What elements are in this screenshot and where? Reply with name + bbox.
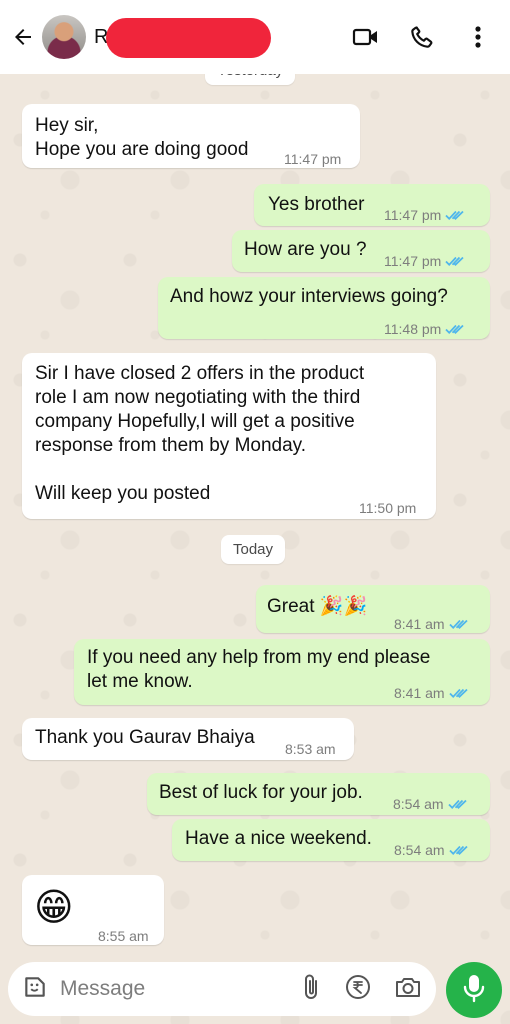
contact-avatar[interactable] — [42, 15, 86, 59]
message-text: Yes brother — [268, 194, 365, 215]
message-time: 8:55 am — [98, 928, 149, 944]
read-ticks-icon — [448, 687, 469, 699]
message-bubble-outgoing[interactable]: Best of luck for your job. 8:54 am — [147, 773, 490, 815]
message-composer — [8, 962, 436, 1016]
message-time: 11:47 pm — [284, 151, 342, 167]
message-text: Great 🎉🎉 — [267, 596, 368, 617]
message-text: And howz your interviews going? — [170, 286, 448, 307]
more-vert-icon[interactable] — [464, 23, 492, 51]
message-text: Sir I have closed 2 offers in the produc… — [35, 363, 365, 504]
back-arrow-icon[interactable] — [10, 24, 36, 50]
read-ticks-icon — [448, 618, 469, 630]
message-emoji: 😁 — [34, 887, 74, 929]
message-time: 8:41 am — [394, 616, 445, 632]
message-text: Hey sir, Hope you are doing good — [35, 115, 249, 160]
read-ticks-icon — [445, 255, 465, 267]
message-meta: 11:48 pm — [384, 317, 465, 341]
sticker-icon[interactable] — [22, 974, 48, 1005]
message-bubble-outgoing[interactable]: If you need any help from my end please … — [74, 639, 490, 705]
message-time: 8:41 am — [394, 685, 445, 701]
message-meta: 8:41 am — [394, 681, 469, 705]
message-text: How are you ? — [244, 239, 367, 260]
date-chip-today: Today — [221, 535, 286, 564]
message-bubble-outgoing[interactable]: And howz your interviews going? 11:48 pm — [158, 277, 490, 339]
message-input[interactable] — [60, 977, 260, 1001]
message-bubble-outgoing[interactable]: How are you ? 11:47 pm — [232, 230, 490, 272]
read-ticks-icon — [445, 209, 465, 221]
message-time: 8:54 am — [393, 796, 444, 812]
message-time: 8:53 am — [285, 741, 336, 757]
mic-button[interactable] — [446, 962, 502, 1018]
message-meta: 8:54 am — [394, 838, 469, 862]
message-text: Have a nice weekend. — [185, 828, 372, 849]
chat-header: R — [0, 0, 510, 74]
message-time: 11:47 pm — [384, 207, 442, 223]
video-call-icon[interactable] — [352, 23, 380, 51]
message-bubble-incoming[interactable]: Hey sir, Hope you are doing good 11:47 p… — [22, 104, 360, 168]
message-meta: 11:47 pm — [384, 249, 465, 273]
message-bubble-incoming[interactable]: Thank you Gaurav Bhaiya 8:53 am — [22, 718, 354, 760]
mic-icon — [463, 973, 485, 1008]
message-time: 8:54 am — [394, 842, 445, 858]
contact-name[interactable]: R — [94, 18, 271, 58]
redaction-mark — [106, 18, 271, 58]
read-ticks-icon — [445, 323, 465, 335]
message-time: 11:48 pm — [384, 321, 442, 337]
read-ticks-icon — [448, 844, 469, 856]
message-bubble-outgoing[interactable]: Have a nice weekend. 8:54 am — [172, 819, 490, 861]
message-text: Thank you Gaurav Bhaiya — [35, 727, 255, 748]
message-time: 11:47 pm — [384, 253, 442, 269]
message-bubble-incoming[interactable]: 😁 8:55 am — [22, 875, 164, 945]
read-ticks-icon — [447, 798, 468, 810]
phone-icon[interactable] — [408, 23, 436, 51]
rupee-payment-icon[interactable] — [344, 973, 372, 1006]
attach-icon[interactable] — [302, 973, 322, 1006]
camera-icon[interactable] — [394, 974, 422, 1005]
message-bubble-outgoing[interactable]: Yes brother 11:47 pm — [254, 184, 490, 226]
message-meta: 8:41 am — [394, 612, 469, 636]
message-bubble-incoming[interactable]: Sir I have closed 2 offers in the produc… — [22, 353, 436, 519]
message-bubble-outgoing[interactable]: Great 🎉🎉 8:41 am — [256, 585, 490, 633]
message-text: Best of luck for your job. — [159, 782, 363, 803]
message-meta: 8:54 am — [393, 792, 468, 816]
message-text: If you need any help from my end please … — [87, 647, 431, 692]
message-time: 11:50 pm — [359, 500, 417, 516]
message-meta: 11:47 pm — [384, 203, 465, 227]
